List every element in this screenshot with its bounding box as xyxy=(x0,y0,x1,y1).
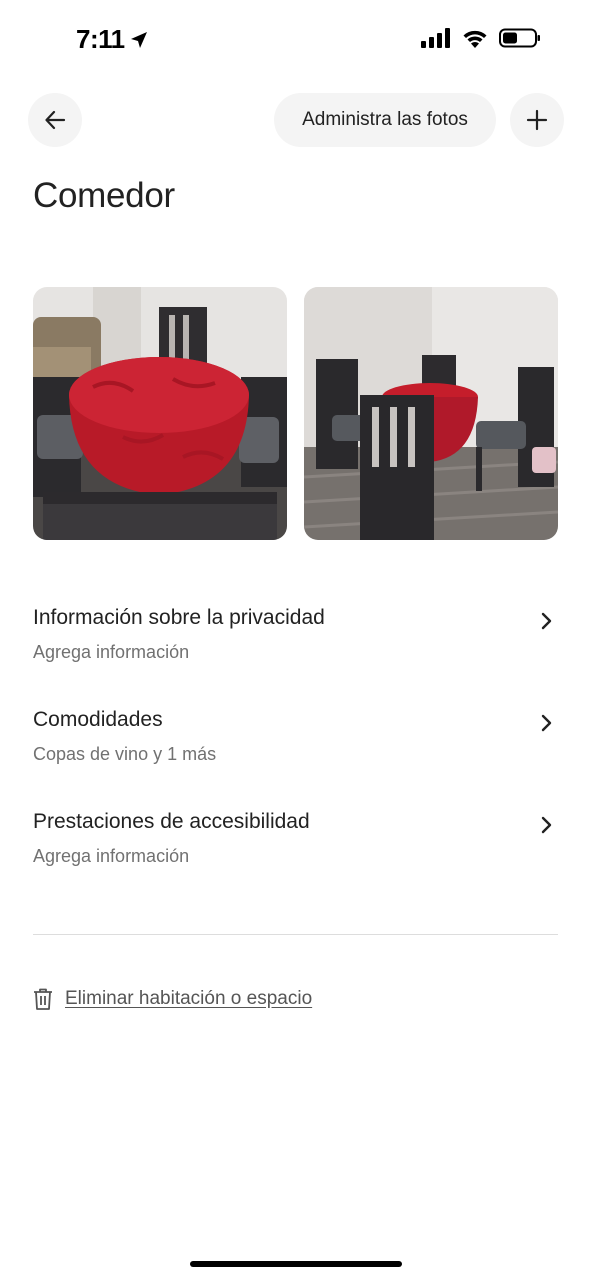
amenities-row[interactable]: Comodidades Copas de vino y 1 más xyxy=(33,706,558,786)
trash-icon xyxy=(34,988,52,1010)
row-title: Comodidades xyxy=(33,708,163,731)
manage-photos-button[interactable]: Administra las fotos xyxy=(274,93,496,147)
privacy-info-row[interactable]: Información sobre la privacidad Agrega i… xyxy=(33,604,558,684)
status-bar: 7:11 xyxy=(0,0,591,80)
divider xyxy=(33,934,558,935)
chevron-right-icon xyxy=(541,816,552,834)
status-icons xyxy=(421,28,541,48)
delete-room-label: Eliminar habitación o espacio xyxy=(65,988,313,1009)
status-time: 7:11 xyxy=(76,24,149,55)
plus-icon xyxy=(526,109,548,131)
row-subtitle: Copas de vino y 1 más xyxy=(33,744,217,764)
photo-thumbnail[interactable] xyxy=(304,287,558,540)
delete-room-link[interactable]: Eliminar habitación o espacio xyxy=(33,988,312,1010)
chevron-right-icon xyxy=(541,714,552,732)
arrow-left-icon xyxy=(45,110,66,130)
add-button[interactable] xyxy=(510,93,564,147)
photo-thumbnail[interactable] xyxy=(33,287,287,540)
location-arrow-icon xyxy=(130,31,147,48)
signal-icon xyxy=(421,28,450,48)
wifi-icon xyxy=(463,30,487,48)
dining-room-wide-photo-image xyxy=(304,287,558,540)
row-subtitle: Agrega información xyxy=(33,846,190,866)
dining-room-photo-image xyxy=(33,287,287,540)
status-time-text: 7:11 xyxy=(76,24,125,54)
row-subtitle: Agrega información xyxy=(33,642,190,662)
battery-icon xyxy=(499,28,540,48)
row-title: Información sobre la privacidad xyxy=(33,606,325,629)
page-title: Comedor xyxy=(33,176,175,215)
row-title: Prestaciones de accesibilidad xyxy=(33,810,310,833)
chevron-right-icon xyxy=(541,612,552,630)
back-button[interactable] xyxy=(28,93,82,147)
accessibility-features-row[interactable]: Prestaciones de accesibilidad Agrega inf… xyxy=(33,808,558,888)
home-indicator xyxy=(190,1261,402,1267)
